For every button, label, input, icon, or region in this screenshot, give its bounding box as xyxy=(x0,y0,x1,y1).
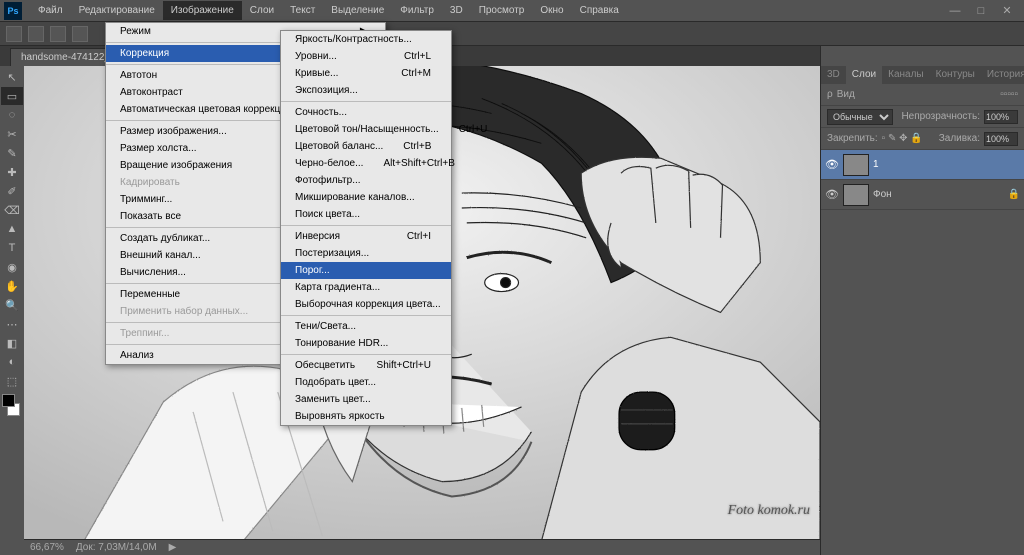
tool-8[interactable]: ▲ xyxy=(1,220,23,238)
visibility-icon[interactable]: 👁 xyxy=(825,158,839,171)
panels-dock: 3DСлоиКаналыКонтурыИстория ρВид ▫▫▫▫▫ Об… xyxy=(820,46,1024,555)
menubar: ФайлРедактированиеИзображениеСлоиТекстВы… xyxy=(30,1,627,20)
menu-Выделение[interactable]: Выделение xyxy=(323,1,392,20)
menu-item[interactable]: Выровнять яркость xyxy=(281,408,451,425)
title-bar: Ps ФайлРедактированиеИзображениеСлоиТекс… xyxy=(0,0,1024,22)
menu-Фильтр[interactable]: Фильтр xyxy=(392,1,442,20)
layers-list: 👁1👁Фон🔒 xyxy=(821,150,1024,210)
panel-tab-3D[interactable]: 3D xyxy=(821,66,846,84)
panel-tab-Слои[interactable]: Слои xyxy=(846,66,882,84)
tool-15[interactable]: ◐ xyxy=(1,353,23,371)
layer-row[interactable]: 👁Фон🔒 xyxy=(821,180,1024,210)
color-swatches[interactable] xyxy=(0,394,22,416)
submenu-adjustments: Яркость/Контрастность...Уровни...Ctrl+LК… xyxy=(280,30,452,426)
menu-item[interactable]: Уровни...Ctrl+L xyxy=(281,48,451,65)
layer-thumb xyxy=(843,154,869,176)
blend-mode-select[interactable]: Обычные xyxy=(827,109,893,125)
zoom-level[interactable]: 66,67% xyxy=(30,542,64,553)
opt-icon[interactable] xyxy=(72,26,88,42)
panel-tab-Каналы[interactable]: Каналы xyxy=(882,66,930,84)
menu-Редактирование[interactable]: Редактирование xyxy=(71,1,163,20)
tool-13[interactable]: ⋯ xyxy=(1,315,23,333)
tool-5[interactable]: ✚ xyxy=(1,163,23,181)
menu-item[interactable]: Цветовой тон/Насыщенность...Ctrl+U xyxy=(281,121,451,138)
tools-panel: ↖▭◌✂✎✚✐⌫▲T◉✋🔍⋯◧◐⬚ xyxy=(0,66,24,416)
tool-6[interactable]: ✐ xyxy=(1,182,23,200)
tool-1[interactable]: ▭ xyxy=(1,87,23,105)
menu-item[interactable]: Тени/Света... xyxy=(281,318,451,335)
menu-item[interactable]: Черно-белое...Alt+Shift+Ctrl+B xyxy=(281,155,451,172)
lock-row: Закрепить:▫ ✎ ✥ 🔒 Заливка: xyxy=(821,128,1024,150)
minimize-icon[interactable]: — xyxy=(942,3,968,19)
opt-icon[interactable] xyxy=(28,26,44,42)
menu-item[interactable]: Подобрать цвет... xyxy=(281,374,451,391)
tool-9[interactable]: T xyxy=(1,239,23,257)
menu-item[interactable]: Экспозиция... xyxy=(281,82,451,99)
tool-14[interactable]: ◧ xyxy=(1,334,23,352)
menu-item[interactable]: Тонирование HDR... xyxy=(281,335,451,352)
panel-tab-Контуры[interactable]: Контуры xyxy=(930,66,981,84)
close-icon[interactable]: ✕ xyxy=(994,3,1020,19)
tool-preset-icon[interactable] xyxy=(6,26,22,42)
layer-row[interactable]: 👁1 xyxy=(821,150,1024,180)
menu-item[interactable]: Микширование каналов... xyxy=(281,189,451,206)
menu-Изображение[interactable]: Изображение xyxy=(163,1,242,20)
menu-item[interactable]: ОбесцветитьShift+Ctrl+U xyxy=(281,357,451,374)
tool-11[interactable]: ✋ xyxy=(1,277,23,295)
tool-0[interactable]: ↖ xyxy=(1,68,23,86)
menu-item[interactable]: Заменить цвет... xyxy=(281,391,451,408)
tool-16[interactable]: ⬚ xyxy=(1,372,23,390)
menu-Просмотр[interactable]: Просмотр xyxy=(471,1,533,20)
status-bar: 66,67% Док: 7,03M/14,0M ▶ xyxy=(24,539,820,555)
tool-7[interactable]: ⌫ xyxy=(1,201,23,219)
opacity-input[interactable] xyxy=(984,110,1018,124)
visibility-icon[interactable]: 👁 xyxy=(825,188,839,201)
menu-item[interactable]: Фотофильтр... xyxy=(281,172,451,189)
tool-12[interactable]: 🔍 xyxy=(1,296,23,314)
window-controls: — □ ✕ xyxy=(942,3,1020,19)
menu-Текст[interactable]: Текст xyxy=(282,1,323,20)
panel-tabs: 3DСлоиКаналыКонтурыИстория xyxy=(821,66,1024,84)
menu-Справка[interactable]: Справка xyxy=(572,1,627,20)
tool-3[interactable]: ✂ xyxy=(1,125,23,143)
tool-2[interactable]: ◌ xyxy=(1,106,23,124)
menu-Слои[interactable]: Слои xyxy=(242,1,282,20)
menu-item[interactable]: Карта градиента... xyxy=(281,279,451,296)
maximize-icon[interactable]: □ xyxy=(968,3,994,19)
tool-4[interactable]: ✎ xyxy=(1,144,23,162)
opt-icon[interactable] xyxy=(50,26,66,42)
layer-thumb xyxy=(843,184,869,206)
menu-item[interactable]: Поиск цвета... xyxy=(281,206,451,223)
app-logo: Ps xyxy=(4,2,22,20)
menu-item[interactable]: Цветовой баланс...Ctrl+B xyxy=(281,138,451,155)
menu-item[interactable]: Выборочная коррекция цвета... xyxy=(281,296,451,313)
menu-item[interactable]: Порог... xyxy=(281,262,451,279)
doc-size: Док: 7,03M/14,0M xyxy=(76,542,157,553)
tool-10[interactable]: ◉ xyxy=(1,258,23,276)
layer-name: Фон xyxy=(873,189,892,200)
menu-item[interactable]: Яркость/Контрастность... xyxy=(281,31,451,48)
menu-item[interactable]: Кривые...Ctrl+M xyxy=(281,65,451,82)
panel-tab-История[interactable]: История xyxy=(981,66,1024,84)
menu-item[interactable]: Сочность... xyxy=(281,104,451,121)
menu-Файл[interactable]: Файл xyxy=(30,1,71,20)
blend-row: Обычные Непрозрачность: xyxy=(821,106,1024,128)
watermark: Foto komok.ru xyxy=(728,503,810,519)
menu-Окно[interactable]: Окно xyxy=(532,1,571,20)
menu-3D[interactable]: 3D xyxy=(442,1,471,20)
menu-item[interactable]: ИнверсияCtrl+I xyxy=(281,228,451,245)
menu-item[interactable]: Постеризация... xyxy=(281,245,451,262)
fill-input[interactable] xyxy=(984,132,1018,146)
layer-filter-row: ρВид ▫▫▫▫▫ xyxy=(821,84,1024,106)
layer-name: 1 xyxy=(873,159,879,170)
